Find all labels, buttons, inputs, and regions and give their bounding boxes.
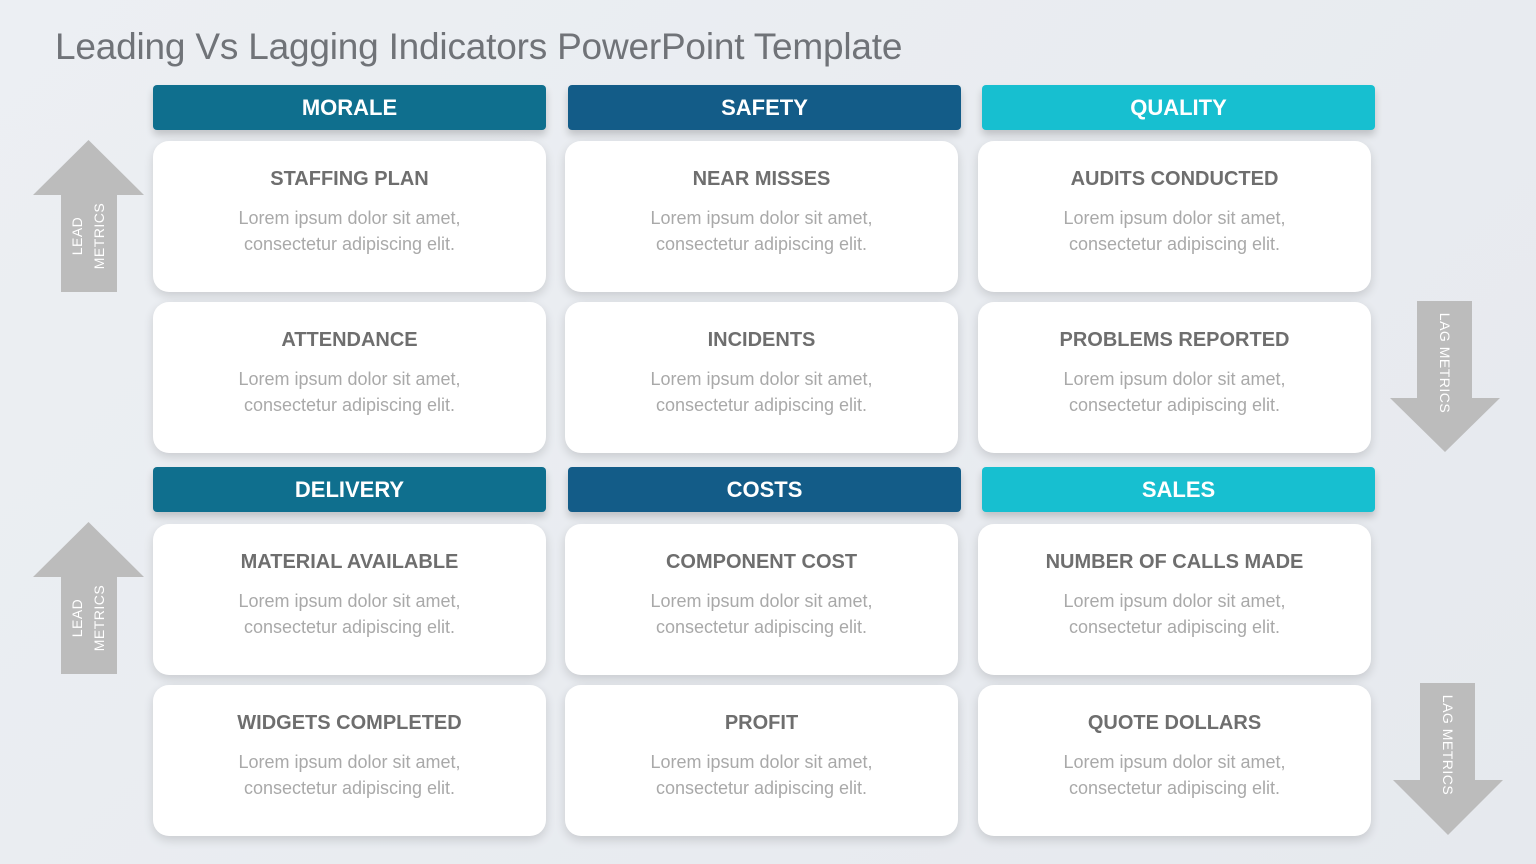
card-title: NEAR MISSES (692, 168, 831, 190)
card-body-line: Lorem ipsum dolor sit amet, (650, 752, 873, 772)
card-body: Lorem ipsum dolor sit amet, consectetur a… (565, 205, 958, 257)
label-line: METRICS (91, 202, 107, 270)
lead-metrics-label: LEAD METRICS (66, 203, 110, 270)
card-body-line: Lorem ipsum dolor sit amet, (238, 208, 461, 228)
header-label: COSTS (726, 476, 803, 502)
card-title: PROBLEMS REPORTED (1059, 329, 1290, 351)
card-body-line: consectetur adipiscing elit. (655, 617, 868, 637)
card-body-line: Lorem ipsum dolor sit amet, (650, 369, 873, 389)
lag-metrics-label: LAG METRICS (1440, 694, 1456, 796)
card-body-line: consectetur adipiscing elit. (1068, 395, 1281, 415)
card-title: INCIDENTS (707, 329, 816, 351)
card-body-line: Lorem ipsum dolor sit amet, (1063, 208, 1286, 228)
header-safety: SAFETY (568, 85, 961, 130)
card-body: Lorem ipsum dolor sit amet, consectetur a… (978, 588, 1371, 640)
card-near-misses: NEAR MISSES Lorem ipsum dolor sit amet, c… (565, 141, 958, 292)
header-sales: SALES (982, 467, 1375, 512)
card-title: STAFFING PLAN (270, 168, 429, 190)
card-body: Lorem ipsum dolor sit amet, consectetur a… (565, 749, 958, 801)
card-number-of-calls-made: NUMBER OF CALLS MADE Lorem ipsum dolor s… (978, 524, 1371, 675)
card-body-line: Lorem ipsum dolor sit amet, (238, 591, 461, 611)
card-quote-dollars: QUOTE DOLLARS Lorem ipsum dolor sit amet… (978, 685, 1371, 836)
card-body-line: consectetur adipiscing elit. (243, 617, 456, 637)
card-body-line: consectetur adipiscing elit. (655, 778, 868, 798)
header-delivery: DELIVERY (153, 467, 546, 512)
card-audits-conducted: AUDITS CONDUCTED Lorem ipsum dolor sit a… (978, 141, 1371, 292)
lead-metrics-label: LEAD METRICS (66, 585, 110, 652)
card-body: Lorem ipsum dolor sit amet, consectetur a… (565, 588, 958, 640)
card-body-line: Lorem ipsum dolor sit amet, (238, 369, 461, 389)
card-title: COMPONENT COST (665, 551, 858, 573)
card-body: Lorem ipsum dolor sit amet, consectetur a… (153, 749, 546, 801)
card-title: PROFIT (724, 712, 799, 734)
header-label: QUALITY (1130, 94, 1227, 120)
card-incidents: INCIDENTS Lorem ipsum dolor sit amet, con… (565, 302, 958, 453)
card-body-line: consectetur adipiscing elit. (655, 234, 868, 254)
card-body-line: consectetur adipiscing elit. (1068, 234, 1281, 254)
lag-metrics-arrow-top: LAG METRICS (1390, 301, 1500, 452)
card-body: Lorem ipsum dolor sit amet, consectetur a… (153, 366, 546, 418)
card-body: Lorem ipsum dolor sit amet, consectetur a… (153, 588, 546, 640)
card-body-line: Lorem ipsum dolor sit amet, (238, 752, 461, 772)
card-title: NUMBER OF CALLS MADE (1045, 551, 1304, 573)
lead-metrics-arrow-top: LEAD METRICS (33, 140, 144, 292)
lag-metrics-arrow-bottom: LAG METRICS (1393, 683, 1503, 835)
card-body-line: consectetur adipiscing elit. (243, 778, 456, 798)
card-title: WIDGETS COMPLETED (237, 712, 462, 734)
header-label: SALES (1141, 476, 1216, 502)
card-title: ATTENDANCE (281, 329, 418, 351)
card-body-line: consectetur adipiscing elit. (1068, 617, 1281, 637)
page-title: Leading Vs Lagging Indicators PowerPoint… (55, 26, 903, 67)
label-line: METRICS (91, 584, 107, 652)
label-line: LEAD (69, 598, 85, 638)
card-body-line: consectetur adipiscing elit. (1068, 778, 1281, 798)
header-morale: MORALE (153, 85, 546, 130)
header-label: SAFETY (721, 94, 808, 120)
header-label: MORALE (301, 94, 398, 120)
card-material-available: MATERIAL AVAILABLE Lorem ipsum dolor sit… (153, 524, 546, 675)
card-title: QUOTE DOLLARS (1087, 712, 1262, 734)
card-body: Lorem ipsum dolor sit amet, consectetur a… (565, 366, 958, 418)
card-body: Lorem ipsum dolor sit amet, consectetur a… (153, 205, 546, 257)
card-body-line: consectetur adipiscing elit. (243, 234, 456, 254)
card-body: Lorem ipsum dolor sit amet, consectetur a… (978, 366, 1371, 418)
card-body-line: Lorem ipsum dolor sit amet, (1063, 591, 1286, 611)
header-label: DELIVERY (294, 476, 405, 502)
card-body-line: consectetur adipiscing elit. (655, 395, 868, 415)
card-body-line: Lorem ipsum dolor sit amet, (650, 208, 873, 228)
card-title: MATERIAL AVAILABLE (240, 551, 459, 573)
card-attendance: ATTENDANCE Lorem ipsum dolor sit amet, co… (153, 302, 546, 453)
lead-metrics-arrow-bottom: LEAD METRICS (33, 522, 144, 674)
card-body-line: Lorem ipsum dolor sit amet, (1063, 752, 1286, 772)
card-profit: PROFIT Lorem ipsum dolor sit amet, consec… (565, 685, 958, 836)
header-costs: COSTS (568, 467, 961, 512)
card-problems-reported: PROBLEMS REPORTED Lorem ipsum dolor sit … (978, 302, 1371, 453)
card-title: AUDITS CONDUCTED (1070, 168, 1279, 190)
card-body-line: Lorem ipsum dolor sit amet, (1063, 369, 1286, 389)
card-staffing-plan: STAFFING PLAN Lorem ipsum dolor sit amet… (153, 141, 546, 292)
label-line: LEAD (69, 216, 85, 256)
card-body-line: consectetur adipiscing elit. (243, 395, 456, 415)
card-body-line: Lorem ipsum dolor sit amet, (650, 591, 873, 611)
card-component-cost: COMPONENT COST Lorem ipsum dolor sit ame… (565, 524, 958, 675)
header-quality: QUALITY (982, 85, 1375, 130)
card-body: Lorem ipsum dolor sit amet, consectetur a… (978, 749, 1371, 801)
card-body: Lorem ipsum dolor sit amet, consectetur a… (978, 205, 1371, 257)
card-widgets-completed: WIDGETS COMPLETED Lorem ipsum dolor sit … (153, 685, 546, 836)
lag-metrics-label: LAG METRICS (1437, 312, 1453, 414)
